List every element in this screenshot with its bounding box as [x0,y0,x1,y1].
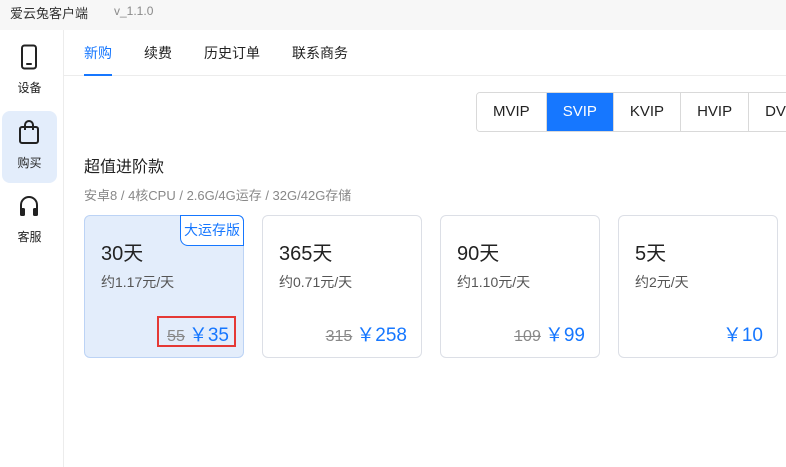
plan-card-365-days[interactable]: 365天 约0.71元/天 315 ￥258 [262,215,422,358]
plan-duration: 365天 [279,243,333,265]
sidebar-item-label: 客服 [17,230,42,244]
plan-duration: 90天 [457,243,500,265]
plan-price: ￥10 [723,320,763,347]
plan-card-30-days[interactable]: 大运存版 30天 约1.17元/天 55 ￥35 [84,215,244,358]
plan-badge: 大运存版 [180,215,244,246]
plan-original-price: 109 [514,328,541,345]
vip-option-dvip[interactable]: DVIP [749,93,786,131]
plan-daily-cost: 约1.17元/天 [101,274,175,290]
app-version: v_1.1.0 [114,4,154,18]
vip-option-svip[interactable]: SVIP [546,93,614,131]
sidebar-item-label: 购买 [17,156,42,170]
price-highlight-box [157,316,236,347]
tab-bar: 新购 续费 历史订单 联系商务 [64,30,786,76]
tab-contact-business[interactable]: 联系商务 [292,43,348,76]
title-bar: 爱云兔客户端 v_1.1.0 [0,0,786,30]
plan-card-90-days[interactable]: 90天 约1.10元/天 109 ￥99 [440,215,600,358]
plan-daily-cost: 约2元/天 [635,274,689,290]
plan-price: 315 ￥258 [326,320,407,347]
vip-option-mvip[interactable]: MVIP [477,93,547,131]
active-tab-indicator [84,74,112,76]
section-title: 超值进阶款 [84,159,165,176]
section-spec: 安卓8 / 4核CPU / 2.6G/4G运存 / 32G/42G存储 [84,188,352,203]
plan-original-price: 315 [325,328,353,345]
tab-new-purchase[interactable]: 新购 [84,43,112,76]
plan-card-5-days[interactable]: 5天 约2元/天 ￥10 [618,215,778,358]
headphones-icon [20,196,38,216]
plan-daily-cost: 约1.10元/天 [457,274,531,290]
sidebar-item-label: 设备 [17,81,42,95]
app-title: 爱云兔客户端 [10,6,89,21]
plan-current-price: ￥10 [722,325,763,346]
tab-renew[interactable]: 续费 [144,43,172,76]
shopping-bag-icon [19,120,39,144]
vip-option-hvip[interactable]: HVIP [681,93,750,131]
vip-option-kvip[interactable]: KVIP [613,93,682,131]
plan-duration: 5天 [635,243,667,265]
sidebar-item-support[interactable]: 客服 [2,185,57,257]
plan-duration: 30天 [101,243,144,265]
sidebar-item-device[interactable]: 设备 [2,36,57,108]
plan-price: 109 ￥99 [514,320,585,347]
phone-icon [21,44,37,70]
plan-daily-cost: 约0.71元/天 [279,274,353,290]
plan-current-price: ￥258 [356,325,407,346]
sidebar: 设备 购买 客服 [0,30,64,467]
vip-level-selector: MVIP SVIP KVIP HVIP DVIP [476,92,786,132]
tab-order-history[interactable]: 历史订单 [204,43,260,76]
plan-current-price: ￥99 [544,325,585,346]
sidebar-item-buy[interactable]: 购买 [2,111,57,183]
